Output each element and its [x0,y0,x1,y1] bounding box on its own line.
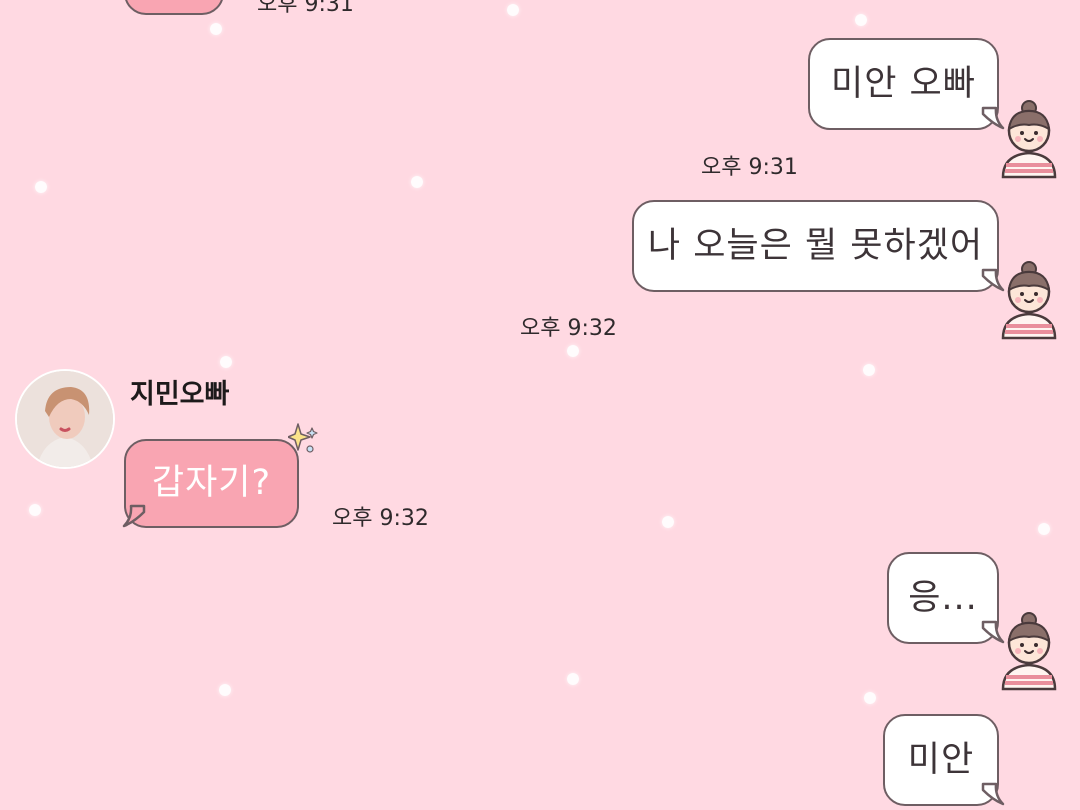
girl-avatar-icon [1001,261,1057,340]
girl-avatar-icon [1001,100,1057,179]
message-time: 오후 9:32 [520,316,617,341]
snow-dot [567,673,579,685]
bubble-tail [122,504,146,528]
outgoing-message-bubble[interactable]: 나 오늘은 뭘 못하겠어 [632,200,999,292]
snow-dot [210,23,222,35]
snow-dot [864,692,876,704]
incoming-message-bubble[interactable]: 갑자기? [124,439,299,528]
profile-photo [17,371,113,467]
outgoing-message-bubble[interactable]: 미안 오빠 [808,38,999,130]
snow-dot [219,684,231,696]
snow-dot [662,516,674,528]
snow-dot [567,345,579,357]
snow-dot [1038,523,1050,535]
girl-avatar-icon [1001,612,1057,691]
bubble-tail [981,782,1005,806]
snow-dot [220,356,232,368]
message-time: 오후 9:32 [332,506,429,531]
snow-dot [863,364,875,376]
snow-dot [35,181,47,193]
contact-name: 지민오빠 [130,379,230,410]
contact-profile-photo[interactable] [15,369,115,469]
snow-dot [29,504,41,516]
message-time: 오후 9:31 [701,155,798,180]
message-time: 오후 9:31 [257,0,354,17]
outgoing-message-bubble[interactable]: 미안 [883,714,999,806]
snow-dot [411,176,423,188]
partial-incoming-bubble [124,0,224,15]
snow-dot [507,4,519,16]
snow-dot [855,14,867,26]
